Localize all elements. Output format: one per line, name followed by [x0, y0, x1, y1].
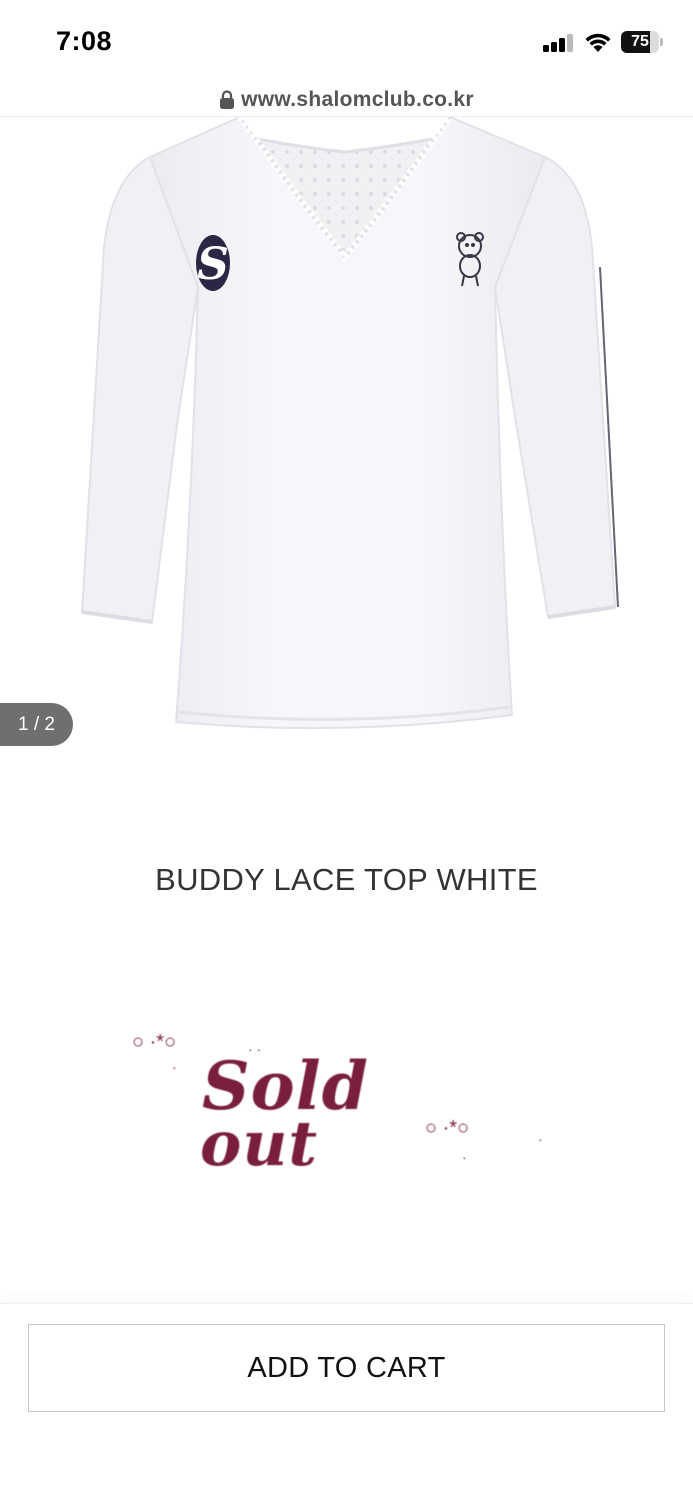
- add-to-cart-button[interactable]: ADD TO CART: [28, 1324, 665, 1412]
- status-bar: 7:08 75: [0, 0, 693, 84]
- url-text: www.shalomclub.co.kr: [241, 88, 474, 111]
- dot-decoration-icon: ·: [172, 1059, 177, 1075]
- address-bar[interactable]: www.shalomclub.co.kr: [0, 84, 693, 116]
- cellular-signal-icon: [543, 34, 575, 52]
- star-decoration-icon: ○ ·*○: [132, 1031, 177, 1053]
- battery-level: 75: [631, 33, 649, 50]
- dot-decoration-icon: ·: [462, 1149, 467, 1165]
- battery-icon: 75: [621, 31, 663, 53]
- lock-icon: [220, 90, 235, 109]
- bottom-action-bar: ADD TO CART: [0, 1303, 693, 1500]
- clock-time: 7:08: [56, 26, 113, 56]
- wifi-icon: [585, 33, 611, 52]
- sold-out-line2: out: [200, 1107, 319, 1180]
- product-title: BUDDY LACE TOP WHITE: [155, 862, 538, 897]
- star-decoration-icon: ○ ·*○: [425, 1117, 470, 1139]
- s-patch: S: [196, 235, 230, 291]
- image-counter: 1 / 2: [0, 703, 73, 746]
- dot-decoration-icon: ·: [538, 1131, 543, 1147]
- svg-text:S: S: [197, 239, 229, 290]
- sold-out-badge: ○ ·*○ · · · Sold out ○ ·*○ · ·: [120, 1015, 570, 1195]
- product-image-carousel[interactable]: S: [0, 117, 693, 757]
- product-photo: S: [80, 117, 619, 730]
